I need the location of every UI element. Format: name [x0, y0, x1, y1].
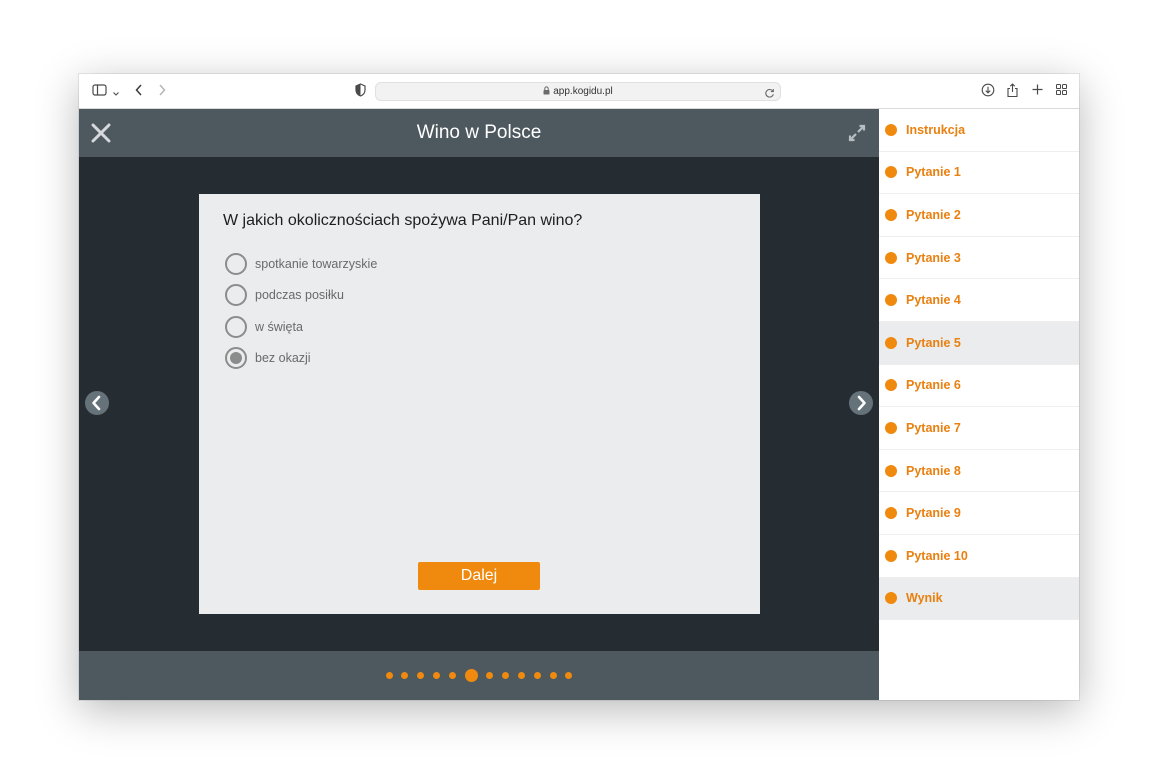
progress-dot-current[interactable] [464, 669, 478, 682]
sidebar-item[interactable]: Pytanie 8 [879, 450, 1079, 493]
sidebar-item-label: Wynik [906, 591, 943, 606]
reload-icon[interactable] [764, 86, 775, 104]
answer-label: spotkanie towarzyskie [255, 257, 378, 271]
chevron-down-icon[interactable] [112, 85, 120, 103]
expand-icon[interactable] [847, 123, 867, 148]
status-dot-icon [885, 294, 897, 307]
sidebar-item[interactable]: Pytanie 3 [879, 237, 1079, 280]
status-dot-icon [885, 379, 897, 392]
new-tab-icon[interactable] [1031, 83, 1044, 101]
progress-dot[interactable] [417, 672, 425, 679]
shield-icon[interactable] [355, 83, 366, 102]
radio-button[interactable] [225, 316, 247, 338]
sidebar-item-label: Pytanie 4 [906, 293, 961, 308]
status-dot-icon [885, 592, 897, 605]
sidebar-item-label: Pytanie 2 [906, 207, 961, 222]
answer-option[interactable]: podczas posiłku [225, 283, 344, 307]
url-text: app.kogidu.pl [553, 86, 613, 97]
app-header: Wino w Polsce [79, 109, 879, 157]
download-icon[interactable] [981, 83, 995, 102]
sidebar-item[interactable]: Pytanie 6 [879, 365, 1079, 408]
sidebar-item-label: Pytanie 3 [906, 250, 961, 265]
status-dot-icon [885, 549, 897, 562]
progress-dot[interactable] [517, 672, 525, 679]
sidebar-item-label: Pytanie 5 [906, 335, 961, 350]
sidebar-item[interactable]: Pytanie 1 [879, 152, 1079, 195]
sidebar-item[interactable]: Pytanie 9 [879, 492, 1079, 535]
address-bar[interactable]: app.kogidu.pl [375, 82, 781, 101]
next-arrow-button[interactable] [849, 391, 873, 415]
sidebar-item[interactable]: Pytanie 2 [879, 194, 1079, 237]
answer-label: podczas posiłku [255, 288, 344, 302]
back-icon[interactable] [134, 83, 144, 102]
progress-dot[interactable] [385, 672, 393, 679]
radio-button[interactable] [225, 284, 247, 306]
progress-dot[interactable] [448, 672, 456, 679]
sidebar-item-label: Pytanie 1 [906, 165, 961, 180]
browser-window: app.kogidu.pl Wino w Polsce W jakich oko… [79, 74, 1079, 700]
status-dot-icon [885, 507, 897, 520]
answer-option[interactable]: spotkanie towarzyskie [225, 252, 377, 276]
page-title: Wino w Polsce [416, 122, 542, 143]
sidebar-item[interactable]: Wynik [879, 577, 1079, 621]
tab-overview-icon[interactable] [1055, 83, 1068, 101]
question-text: W jakich okolicznościach spożywa Pani/Pa… [223, 212, 583, 229]
lock-icon [543, 86, 550, 98]
progress-dots [79, 669, 879, 682]
quiz-app: Wino w Polsce W jakich okolicznościach s… [79, 109, 879, 700]
answer-option[interactable]: bez okazji [225, 346, 311, 370]
next-button[interactable]: Dalej [418, 562, 540, 590]
status-dot-icon [885, 251, 897, 264]
sidebar-item-label: Pytanie 8 [906, 463, 961, 478]
sidebar-item-label: Pytanie 10 [906, 548, 968, 563]
status-dot-icon [885, 464, 897, 477]
share-icon[interactable] [1006, 83, 1019, 103]
progress-dot[interactable] [401, 672, 409, 679]
sidebar-item[interactable]: Instrukcja [879, 109, 1079, 152]
progress-dot[interactable] [549, 672, 557, 679]
progress-dot[interactable] [502, 672, 510, 679]
status-dot-icon [885, 208, 897, 221]
progress-dot[interactable] [486, 672, 494, 679]
progress-dot[interactable] [565, 672, 573, 679]
sidebar-item-label: Pytanie 9 [906, 506, 961, 521]
answer-label: w święta [255, 320, 303, 334]
sidebar-toggle-icon[interactable] [92, 83, 107, 102]
answer-label: bez okazji [255, 351, 311, 365]
browser-toolbar: app.kogidu.pl [79, 74, 1079, 109]
status-dot-icon [885, 336, 897, 349]
sidebar-item[interactable]: Pytanie 5 [879, 321, 1079, 365]
radio-button[interactable] [225, 253, 247, 275]
forward-icon[interactable] [157, 83, 167, 102]
previous-button[interactable] [85, 391, 109, 415]
chevron-left-icon [92, 395, 101, 411]
status-dot-icon [885, 166, 897, 179]
sidebar-item-label: Pytanie 6 [906, 378, 961, 393]
sidebar-item-label: Pytanie 7 [906, 420, 961, 435]
question-sidebar: Instrukcja Pytanie 1 Pytanie 2 Pytanie 3 Pyt… [879, 109, 1079, 700]
sidebar-item[interactable]: Pytanie 4 [879, 279, 1079, 322]
progress-dot[interactable] [533, 672, 541, 679]
sidebar-item-label: Instrukcja [906, 122, 966, 137]
status-dot-icon [885, 421, 897, 434]
progress-dot[interactable] [433, 672, 441, 679]
sidebar-item[interactable]: Pytanie 10 [879, 535, 1079, 578]
status-dot-icon [885, 123, 897, 136]
answer-option[interactable]: w święta [225, 315, 303, 339]
app-footer [79, 651, 879, 700]
sidebar-item[interactable]: Pytanie 7 [879, 407, 1079, 450]
radio-button-selected[interactable] [225, 347, 247, 369]
question-card: W jakich okolicznościach spożywa Pani/Pa… [199, 194, 760, 614]
chevron-right-icon [857, 395, 866, 411]
